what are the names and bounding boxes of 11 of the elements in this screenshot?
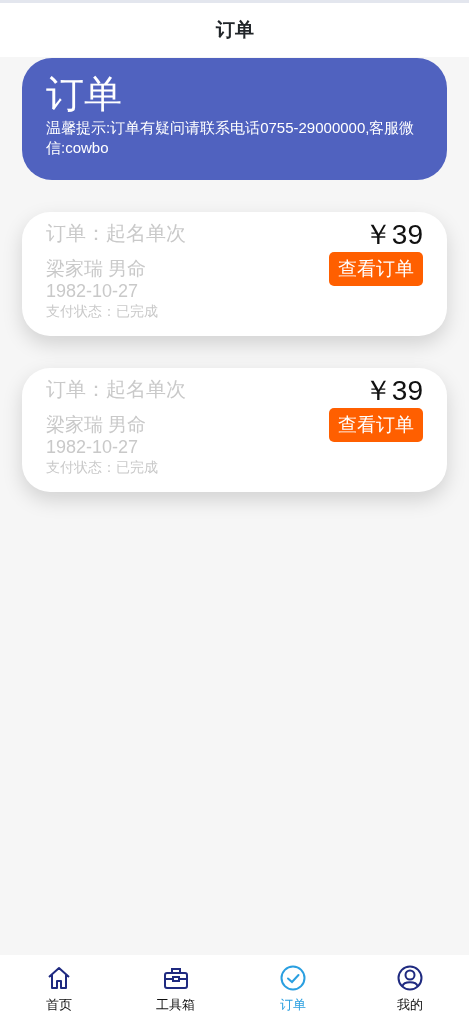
tab[interactable]: 我的 <box>351 955 469 1016</box>
order-price: ￥39 <box>363 218 423 252</box>
banner-title: 订单 <box>46 72 123 117</box>
notice-text: 温馨提示:订单有疑问请联系电话0755-29000000,客服微信:cowbo <box>46 117 416 158</box>
order-price: ￥39 <box>363 374 423 408</box>
tab[interactable]: 首页 <box>0 955 118 1016</box>
tab[interactable]: 工具箱 <box>117 955 235 1016</box>
page-title: 订单 <box>215 17 254 42</box>
check-circle-icon <box>280 965 307 991</box>
user-icon <box>397 965 424 991</box>
toolbox-icon <box>162 965 189 991</box>
